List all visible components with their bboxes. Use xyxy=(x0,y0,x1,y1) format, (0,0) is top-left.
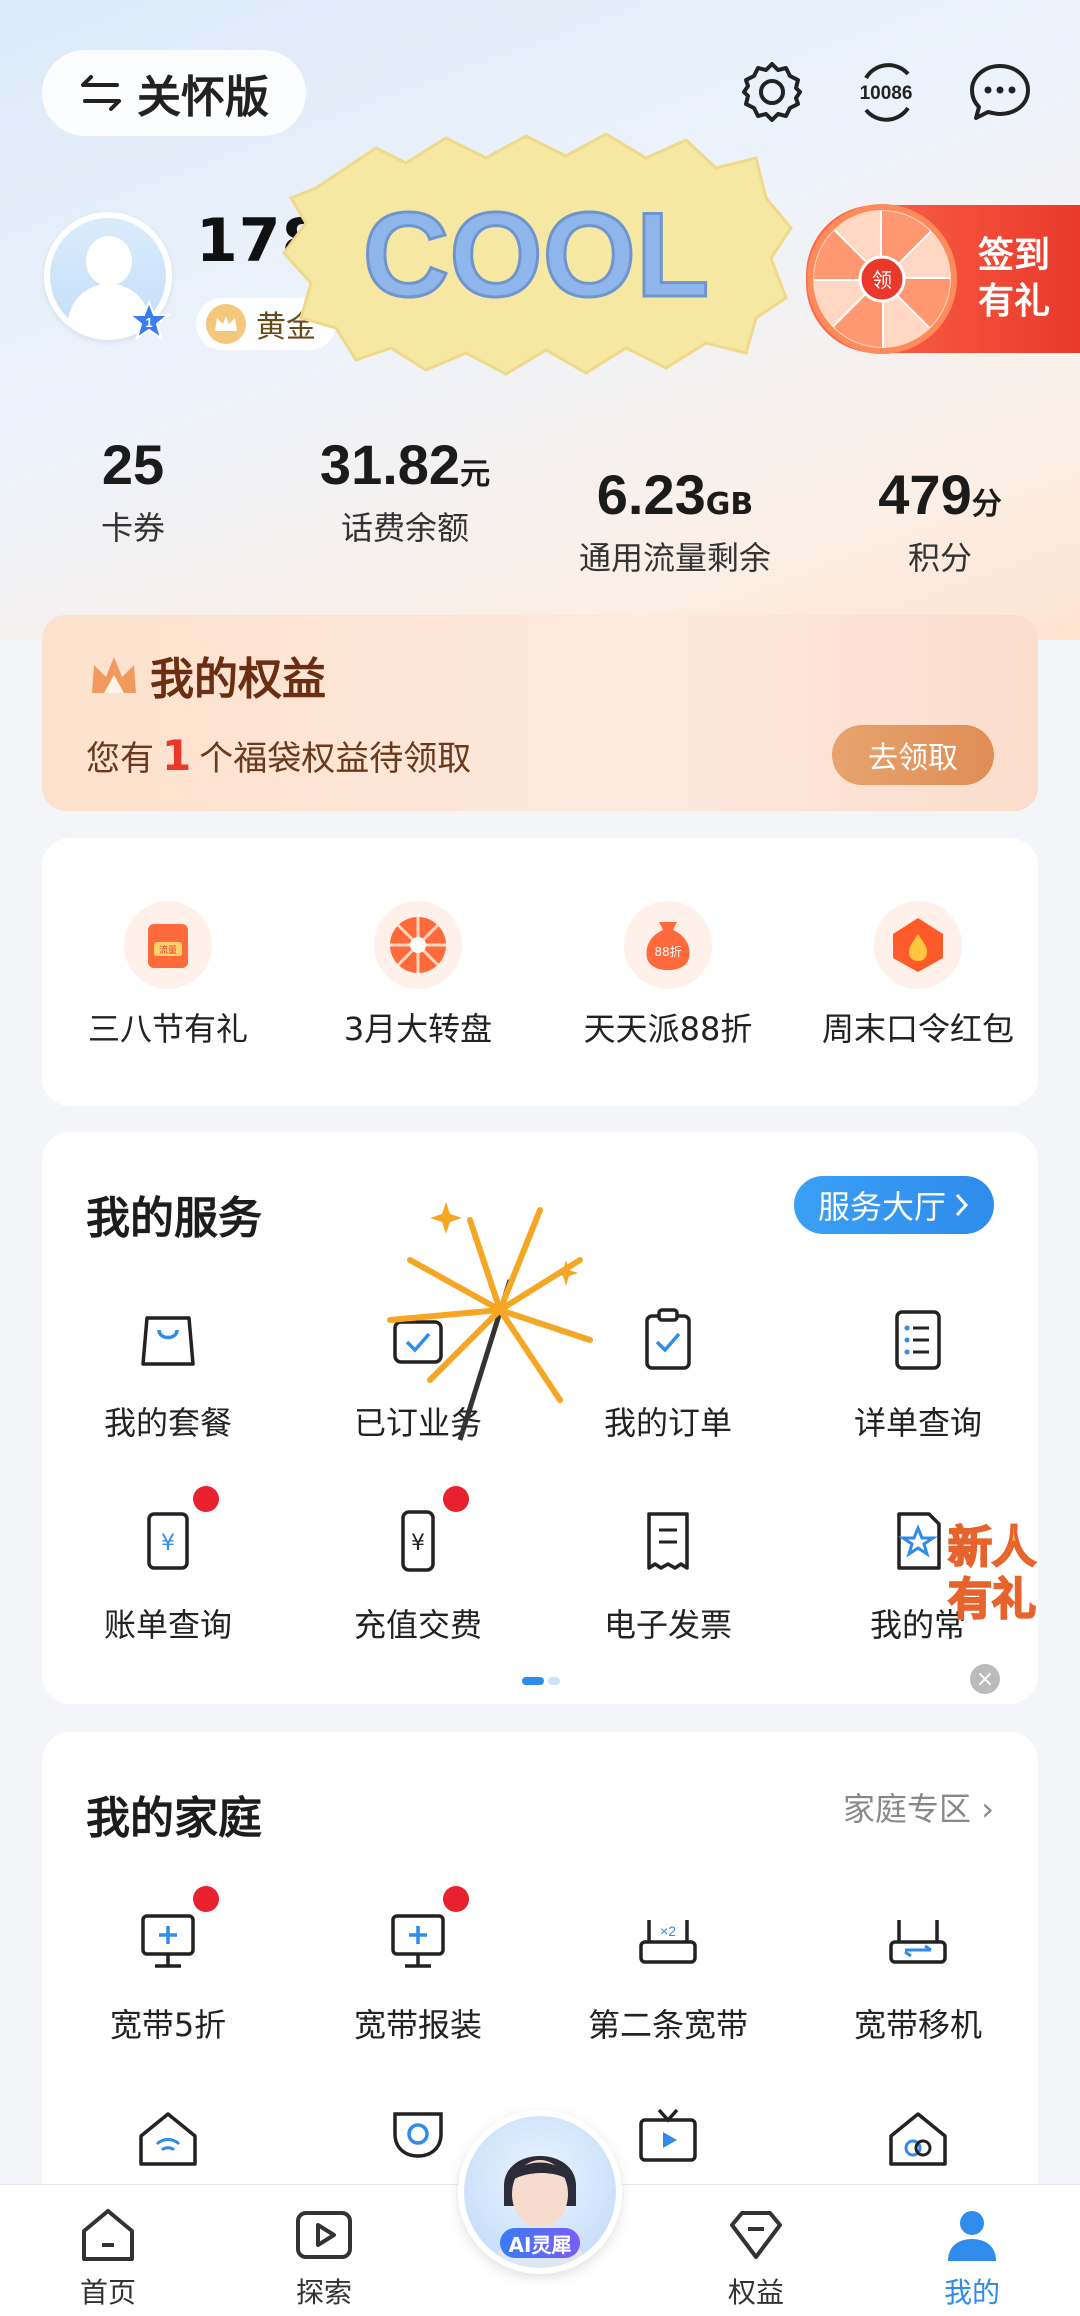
wheel-icon xyxy=(373,900,463,990)
svg-text:COOL: COOL xyxy=(363,188,710,322)
service-item[interactable]: 电子发票 xyxy=(548,1496,788,1646)
signin-line1: 签到 xyxy=(978,235,1051,276)
service-item[interactable]: 我的套餐 xyxy=(48,1294,288,1444)
nav-explore[interactable]: 探索 xyxy=(264,2203,384,2311)
nav-home[interactable]: 首页 xyxy=(48,2203,168,2311)
notification-dot xyxy=(193,1886,219,1912)
close-icon[interactable]: × xyxy=(970,1664,1000,1694)
gift-ticket-icon: 流量 xyxy=(123,900,213,990)
svg-text:1: 1 xyxy=(145,315,152,330)
care-mode-label: 关怀版 xyxy=(137,72,269,123)
promo-item[interactable]: 3月大转盘 xyxy=(298,900,538,1050)
gear-icon xyxy=(742,62,802,122)
home-icon xyxy=(82,2209,134,2261)
family-item[interactable]: ×2 第二条宽带 xyxy=(548,1896,788,2046)
chat-bubble-icon xyxy=(970,64,1030,120)
svg-text:×2: ×2 xyxy=(660,1923,676,1939)
service-item[interactable]: 详单查询 xyxy=(798,1294,1038,1444)
bag-icon xyxy=(141,1316,195,1366)
money-bag-icon: 88折 xyxy=(623,900,713,990)
promo-item[interactable]: 周末口令红包 xyxy=(798,900,1038,1050)
claim-button[interactable]: 去领取 xyxy=(832,725,994,785)
signin-banner[interactable]: 领 签到 有礼 xyxy=(806,204,1080,354)
stat-points[interactable]: 479分 积分 xyxy=(860,462,1020,579)
hotline-10086-icon: 10086 xyxy=(860,63,913,122)
messages-button[interactable] xyxy=(964,56,1036,128)
svg-text:88折: 88折 xyxy=(654,944,681,959)
family-zone-link[interactable]: 家庭专区 › xyxy=(843,1784,994,1830)
stat-balance[interactable]: 31.82元 话费余额 xyxy=(300,432,510,549)
diamond-icon xyxy=(730,2211,782,2259)
clipboard-check-icon xyxy=(645,1308,691,1370)
nav-benefits[interactable]: 权益 xyxy=(696,2203,816,2311)
phone-yen-icon: ¥ xyxy=(401,1510,435,1572)
ai-assistant-label: AI灵犀 xyxy=(500,2228,580,2258)
person-icon xyxy=(948,2211,996,2261)
invoice-icon xyxy=(647,1512,689,1570)
stat-label: 卡券 xyxy=(100,509,165,547)
red-packet-icon xyxy=(873,900,963,990)
stat-data-remaining[interactable]: 6.23GB 通用流量剩余 xyxy=(560,462,790,579)
service-hall-button[interactable]: 服务大厅 xyxy=(793,1176,994,1234)
family-title: 我的家庭 xyxy=(86,1793,262,1844)
ai-assistant-button[interactable]: AI灵犀 xyxy=(458,2110,622,2274)
notification-dot xyxy=(193,1486,219,1512)
router-move-icon xyxy=(889,1920,947,1964)
svg-text:领: 领 xyxy=(872,268,892,292)
service-item[interactable]: ¥ 账单查询 xyxy=(48,1486,288,1646)
list-doc-icon xyxy=(895,1310,941,1370)
benefits-subtitle: 您有 1 个福袋权益待领取 xyxy=(86,731,472,780)
swap-arrows-icon xyxy=(81,75,121,111)
hotline-button[interactable]: 10086 xyxy=(850,56,922,128)
level-star-badge-icon: 1 xyxy=(128,300,170,341)
svg-text:流量: 流量 xyxy=(159,944,177,956)
promo-card: 流量 三八节有礼 3月大转盘 88折 天天派88折 周末口令红包 xyxy=(42,838,1038,1106)
crown-flame-icon xyxy=(92,657,136,693)
svg-text:¥: ¥ xyxy=(411,1531,425,1556)
care-mode-button[interactable]: 关怀版 xyxy=(42,50,306,136)
nav-mine[interactable]: 我的 xyxy=(912,2203,1032,2311)
benefits-title: 我的权益 xyxy=(150,654,326,705)
svg-text:有礼: 有礼 xyxy=(948,1574,1036,1625)
cool-sticker: COOL xyxy=(282,132,793,376)
svg-text:¥: ¥ xyxy=(161,1531,175,1556)
home-link-icon xyxy=(889,2112,947,2166)
notification-dot xyxy=(443,1486,469,1512)
page-indicator xyxy=(522,1677,562,1685)
crown-icon xyxy=(206,304,246,344)
stat-label: 积分 xyxy=(907,539,972,577)
newbie-gift-badge[interactable]: 新人 有礼 xyxy=(924,1510,1060,1630)
stat-label: 话费余额 xyxy=(340,509,469,547)
stat-coupons[interactable]: 25 卡券 xyxy=(68,432,198,549)
bill-yen-icon: ¥ xyxy=(147,1512,189,1570)
benefits-card[interactable]: 我的权益 您有 1 个福袋权益待领取 去领取 xyxy=(42,615,1038,811)
svg-text:新人: 新人 xyxy=(948,1522,1036,1573)
play-box-icon xyxy=(296,2211,352,2259)
family-item[interactable]: 宽带5折 xyxy=(48,1886,288,2046)
service-item[interactable]: ¥ 充值交费 xyxy=(298,1486,538,1646)
chevron-right-icon xyxy=(955,1193,969,1217)
family-item[interactable]: 宽带移机 xyxy=(798,1896,1038,2046)
promo-item[interactable]: 88折 天天派88折 xyxy=(548,900,788,1050)
monitor-plus-icon xyxy=(391,1914,445,1968)
lucky-wheel-icon: 领 xyxy=(807,204,957,354)
signin-line2: 有礼 xyxy=(978,281,1051,322)
tv-play-icon xyxy=(639,2108,697,2162)
settings-button[interactable] xyxy=(736,56,808,128)
sparkler-sticker xyxy=(387,1202,593,1441)
monitor-plus-icon xyxy=(141,1914,195,1968)
home-wifi-icon xyxy=(139,2112,197,2166)
family-item[interactable] xyxy=(798,2094,1038,2184)
family-item[interactable] xyxy=(48,2094,288,2184)
promo-item[interactable]: 流量 三八节有礼 xyxy=(48,900,288,1050)
services-title: 我的服务 xyxy=(86,1193,262,1244)
hotline-label: 10086 xyxy=(860,83,913,104)
router-x2-icon: ×2 xyxy=(639,1920,697,1964)
family-item[interactable]: 宽带报装 xyxy=(298,1886,538,2046)
stat-label: 通用流量剩余 xyxy=(578,539,771,577)
camera-icon xyxy=(393,2112,443,2158)
notification-dot xyxy=(443,1886,469,1912)
